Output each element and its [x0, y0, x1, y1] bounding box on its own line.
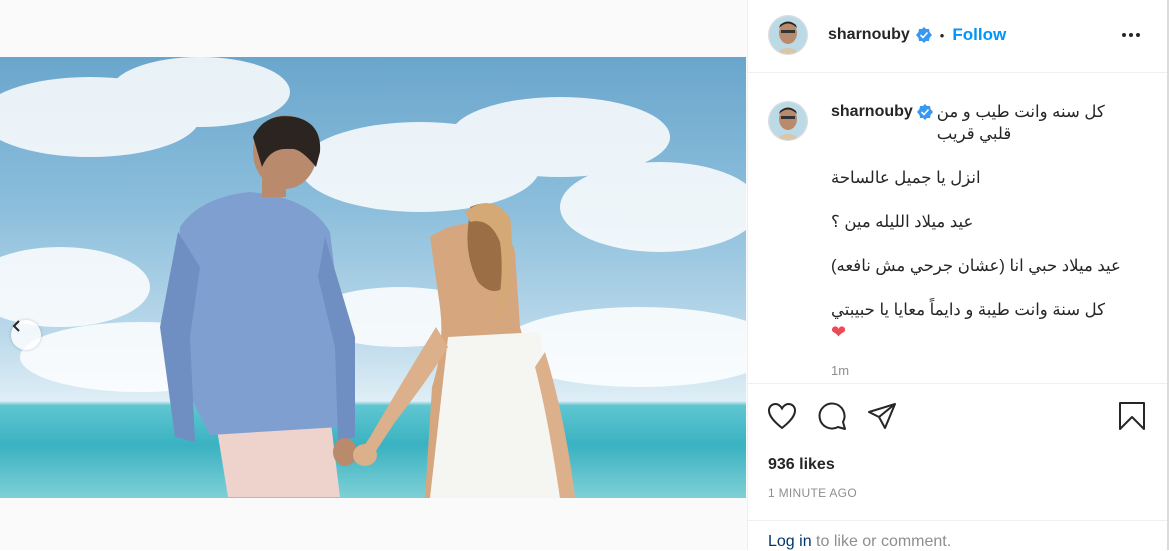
- share-icon: [868, 403, 896, 429]
- chevron-left-icon: [12, 320, 20, 332]
- verified-badge-icon: [915, 27, 932, 43]
- comment-icon: [818, 402, 846, 430]
- caption-line: انزل يا جميل عالساحة: [831, 169, 981, 187]
- caption-username[interactable]: sharnouby: [831, 101, 913, 123]
- bookmark-icon: [1119, 402, 1145, 430]
- login-link[interactable]: Log in: [768, 533, 812, 550]
- absolute-timestamp[interactable]: 1 MINUTE AGO: [768, 486, 857, 500]
- more-options-icon: [1122, 33, 1140, 37]
- caption-text: sharnouby كل سنه وانت طيب و من قلبي قريب…: [831, 101, 1141, 343]
- caption-line: عيد ميلاد الليله مين ؟: [831, 213, 974, 231]
- save-button[interactable]: [1116, 400, 1148, 437]
- username[interactable]: sharnouby: [828, 26, 910, 44]
- post-header: sharnouby • Follow: [748, 0, 1168, 73]
- like-button[interactable]: [766, 400, 798, 437]
- caption-section: sharnouby كل سنه وانت طيب و من قلبي قريب…: [748, 73, 1168, 384]
- photo-scene: [0, 57, 746, 498]
- comment-button[interactable]: [816, 400, 848, 437]
- post-side-panel: sharnouby • Follow sharnouby كل سنه وانت…: [747, 0, 1168, 550]
- login-prompt: Log in to like or comment.: [748, 520, 1168, 551]
- avatar-image: [769, 16, 807, 54]
- heart-emoji: ❤: [831, 322, 847, 342]
- separator-dot: •: [939, 27, 945, 43]
- likes-count[interactable]: 936 likes: [768, 456, 835, 474]
- caption-line: عيد ميلاد حبي انا (عشان جرحي مش نافعه): [831, 257, 1121, 275]
- caption-line: كل سنة وانت طيبة و دايماً معايا يا حبيبت…: [831, 301, 1105, 319]
- share-button[interactable]: [866, 400, 898, 437]
- avatar[interactable]: [768, 15, 808, 55]
- carousel-prev-button[interactable]: [11, 320, 41, 350]
- relative-timestamp[interactable]: 1m: [831, 363, 849, 378]
- caption-avatar[interactable]: [768, 101, 808, 141]
- caption-line: كل سنه وانت طيب و من قلبي قريب: [936, 103, 1105, 143]
- more-options-button[interactable]: [1120, 24, 1142, 51]
- heart-icon: [767, 402, 797, 430]
- login-prompt-text: to like or comment.: [811, 533, 952, 550]
- post-photo[interactable]: [0, 57, 746, 498]
- avatar-image: [769, 102, 807, 140]
- follow-button[interactable]: Follow: [952, 25, 1006, 45]
- verified-badge-icon: [916, 104, 933, 120]
- action-bar: [748, 396, 1168, 440]
